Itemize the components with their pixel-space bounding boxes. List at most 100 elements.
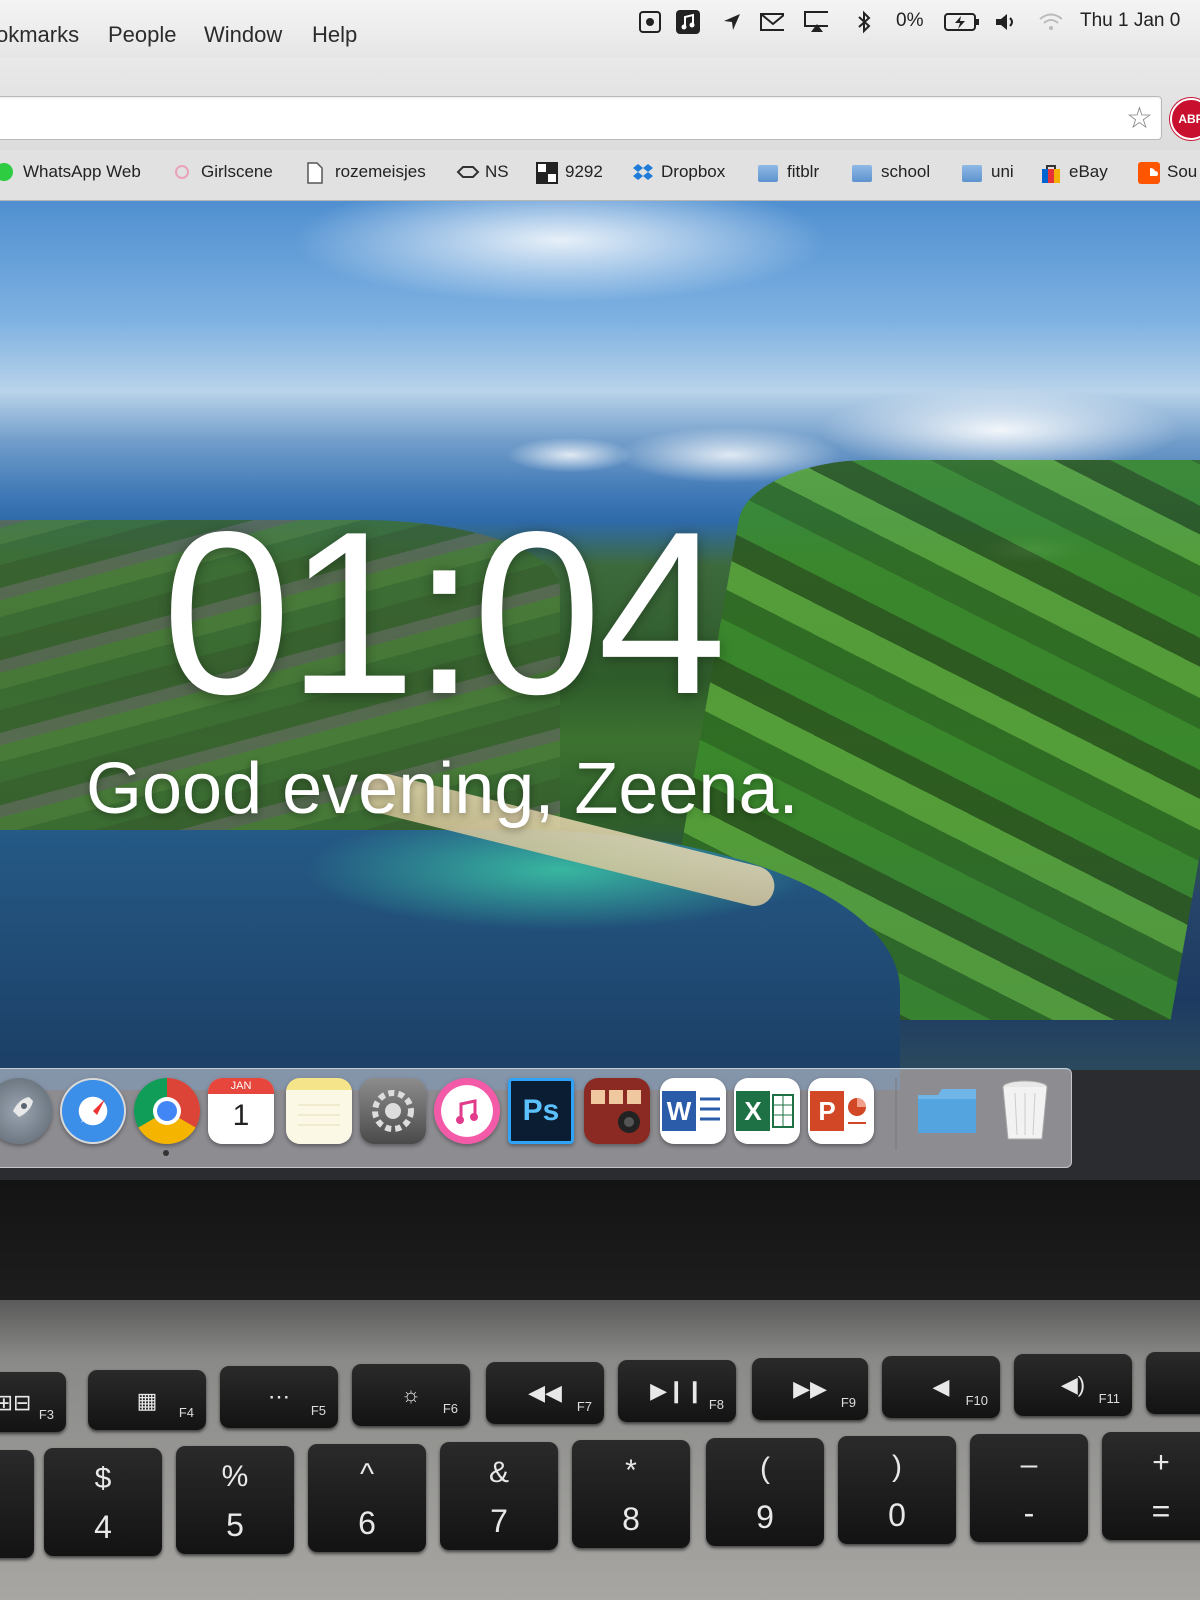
calendar-icon[interactable]: JAN 1 (208, 1078, 274, 1144)
key-f3[interactable]: ⊞⊟ F3 (0, 1372, 66, 1432)
ebay-icon (1040, 162, 1060, 183)
bookmark-whatsapp-web[interactable]: WhatsApp Web (0, 162, 141, 182)
key-6[interactable]: ^ 6 (308, 1444, 426, 1552)
menu-clock[interactable]: Thu 1 Jan 0 (1080, 10, 1180, 32)
bookmark-rozemeisjes[interactable]: rozemeisjes (306, 162, 426, 184)
folder-icon (758, 164, 778, 182)
menu-window[interactable]: Window (204, 22, 282, 48)
mac-menu-bar: okmarks People Window Help 0% Thu 1 Jan … (0, 0, 1200, 59)
bookmark-label: Dropbox (661, 162, 726, 181)
key-shift-char: + (1152, 1446, 1170, 1479)
key-label: F5 (310, 1403, 326, 1418)
photoshop-icon[interactable]: Ps (508, 1078, 574, 1144)
laptop-bezel (0, 1180, 1200, 1300)
bookmarks-bar: WhatsApp Web Girlscene rozemeisjes NS 92… (0, 150, 1200, 201)
excel-letter: X (736, 1091, 770, 1131)
trash-icon[interactable] (992, 1078, 1058, 1144)
key-f11[interactable]: ◀) F11 (1014, 1354, 1132, 1416)
battery-percent: 0% (896, 10, 924, 31)
key-7[interactable]: & 7 (440, 1442, 558, 1550)
key-f8[interactable]: ▶❙❙ F8 (618, 1360, 736, 1422)
key-8[interactable]: * 8 (572, 1440, 690, 1548)
key-f12[interactable] (1146, 1352, 1200, 1414)
bookmark-dropbox[interactable]: Dropbox (632, 162, 725, 182)
word-letter: W (662, 1091, 696, 1131)
key-minus[interactable]: – - (970, 1434, 1088, 1542)
bookmark-label: NS (485, 162, 509, 181)
keyboard-deck: ⊞⊟ F3 ▦ F4 ⋯ F5 ☼ F6 ◀◀ F7 ▶❙❙ F8 ▶▶ F9 … (0, 1300, 1200, 1600)
bookmark-ns[interactable]: NS (456, 162, 509, 182)
key-char: 7 (490, 1503, 508, 1539)
key-shift-char: % (221, 1460, 249, 1493)
key-label: F10 (965, 1393, 988, 1408)
key-4[interactable]: $ 4 (44, 1448, 162, 1556)
folder-icon (852, 164, 872, 182)
laptop-screen: 01:04 Good evening, Zeena. okmarks Peopl… (0, 0, 1200, 1180)
mail-icon[interactable] (760, 10, 784, 34)
key-shift-char: ^ (359, 1458, 375, 1491)
key-3[interactable] (0, 1450, 34, 1558)
key-f6[interactable]: ☼ F6 (352, 1364, 470, 1426)
key-9[interactable]: ( 9 (706, 1438, 824, 1546)
bookmark-9292[interactable]: 9292 (536, 162, 603, 184)
menu-bookmarks[interactable]: okmarks (0, 22, 79, 48)
applications-folder-icon[interactable] (914, 1078, 980, 1144)
battery-charging-icon[interactable] (944, 10, 980, 34)
music-note-icon[interactable] (676, 10, 700, 34)
key-f10[interactable]: ◀ F10 (882, 1356, 1000, 1418)
wifi-icon[interactable] (1038, 10, 1062, 34)
girlscene-icon (172, 162, 192, 182)
dock-separator (895, 1078, 897, 1150)
folder-icon (962, 164, 982, 182)
key-0[interactable]: ) 0 (838, 1436, 956, 1544)
bookmark-label: 9292 (565, 162, 603, 181)
bookmark-label: Girlscene (201, 162, 273, 181)
bookmark-label: uni (991, 162, 1014, 181)
menu-people[interactable]: People (108, 22, 177, 48)
photo-booth-icon[interactable] (584, 1078, 650, 1144)
bookmark-girlscene[interactable]: Girlscene (172, 162, 273, 182)
airplay-icon[interactable] (804, 10, 828, 34)
menu-help[interactable]: Help (312, 22, 357, 48)
address-bar[interactable] (0, 96, 1162, 140)
itunes-icon[interactable] (434, 1078, 500, 1144)
new-tab-clock: 01:04 (162, 484, 727, 743)
notes-icon[interactable] (286, 1078, 352, 1144)
excel-icon[interactable]: X (734, 1078, 800, 1144)
ns-logo-icon (456, 162, 480, 182)
bookmark-label: WhatsApp Web (23, 162, 141, 181)
calendar-month: JAN (208, 1078, 274, 1094)
location-arrow-icon[interactable] (720, 10, 744, 34)
bookmark-ebay[interactable]: eBay (1040, 162, 1108, 183)
bluetooth-icon[interactable] (852, 10, 876, 34)
key-char: - (1023, 1495, 1035, 1531)
bookmark-soundcloud[interactable]: Sou (1138, 162, 1197, 184)
key-char: 6 (358, 1505, 376, 1541)
key-char: = (1151, 1493, 1171, 1529)
key-equals[interactable]: + = (1102, 1432, 1200, 1540)
key-f9[interactable]: ▶▶ F9 (752, 1358, 868, 1420)
bookmark-fitblr[interactable]: fitblr (758, 162, 819, 182)
key-f7[interactable]: ◀◀ F7 (486, 1362, 604, 1424)
key-char: 4 (94, 1509, 112, 1545)
volume-icon[interactable] (994, 10, 1018, 34)
bookmark-school[interactable]: school (852, 162, 930, 182)
word-icon[interactable]: W (660, 1078, 726, 1144)
whatsapp-icon (0, 162, 14, 182)
safari-compass-icon[interactable] (60, 1078, 126, 1144)
bookmark-label: school (881, 162, 931, 181)
key-label: F4 (178, 1405, 194, 1420)
key-5[interactable]: % 5 (176, 1446, 294, 1554)
key-char: 5 (226, 1507, 244, 1543)
soundcloud-icon (1138, 162, 1160, 184)
bookmark-uni[interactable]: uni (962, 162, 1014, 182)
key-f5[interactable]: ⋯ F5 (220, 1366, 338, 1428)
system-preferences-gear-icon[interactable] (360, 1078, 426, 1144)
key-label: F8 (708, 1397, 724, 1412)
powerpoint-icon[interactable]: P (808, 1078, 874, 1144)
key-shift-char: ) (892, 1450, 902, 1483)
chrome-icon[interactable] (134, 1078, 200, 1144)
bookmark-star-icon[interactable]: ☆ (1126, 101, 1153, 136)
record-icon[interactable] (638, 10, 662, 34)
key-f4[interactable]: ▦ F4 (88, 1370, 206, 1430)
